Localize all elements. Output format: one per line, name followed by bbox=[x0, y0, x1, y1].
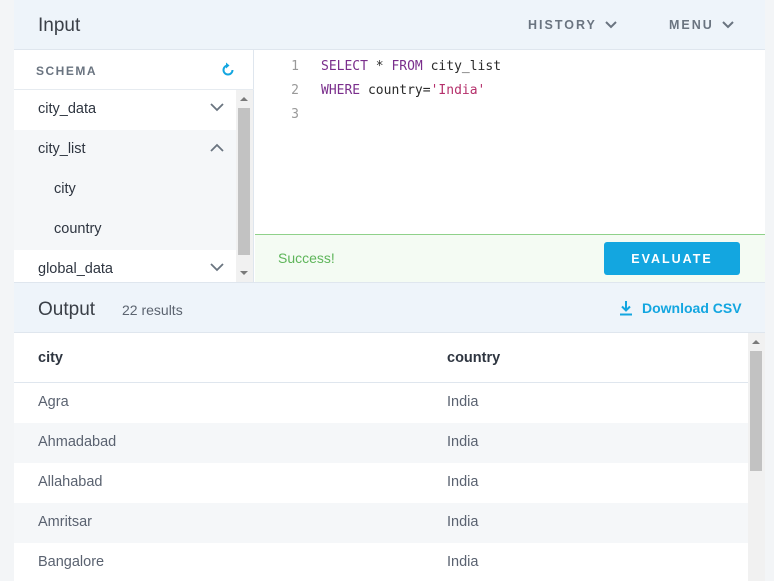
table-header-row: city country bbox=[14, 333, 748, 383]
sql-editor[interactable]: 1 SELECT * FROM city_list 2 WHERE countr… bbox=[255, 50, 765, 234]
results-scrollbar[interactable] bbox=[748, 333, 765, 581]
results-table: city country Agra India Ahmadabad India … bbox=[14, 333, 748, 581]
status-message: Success! bbox=[278, 250, 335, 266]
schema-item-label: city bbox=[54, 181, 76, 197]
code-line: 2 WHERE country='India' bbox=[255, 74, 765, 98]
schema-column-city[interactable]: city bbox=[14, 170, 236, 210]
schema-item-label: country bbox=[54, 221, 102, 237]
schema-table-city-list[interactable]: city_list bbox=[14, 130, 236, 170]
menu-label: MENU bbox=[669, 18, 714, 32]
output-header: Output 22 results Download CSV bbox=[14, 282, 765, 333]
schema-pane: SCHEMA city_data city_list city country bbox=[14, 50, 254, 282]
schema-table-global-data[interactable]: global_data bbox=[14, 250, 236, 282]
history-dropdown[interactable]: HISTORY bbox=[528, 18, 617, 32]
table-cell: Ahmadabad bbox=[38, 434, 117, 450]
chevron-down-icon bbox=[605, 21, 617, 29]
input-header: Input HISTORY MENU bbox=[14, 0, 765, 50]
code-text: SELECT * FROM city_list bbox=[321, 59, 502, 74]
scroll-up-arrow-icon[interactable] bbox=[752, 340, 760, 344]
input-title: Input bbox=[38, 15, 81, 36]
schema-title: SCHEMA bbox=[36, 64, 98, 78]
scroll-up-arrow-icon[interactable] bbox=[240, 97, 248, 101]
schema-item-label: city_list bbox=[38, 141, 86, 157]
table-row: Ahmadabad India bbox=[14, 423, 748, 463]
table-cell: India bbox=[447, 554, 479, 570]
schema-scrollbar[interactable] bbox=[236, 90, 253, 282]
code-text: WHERE country='India' bbox=[321, 83, 486, 98]
chevron-down-icon bbox=[210, 263, 224, 272]
schema-item-label: city_data bbox=[38, 101, 97, 117]
schema-column-country[interactable]: country bbox=[14, 210, 236, 250]
line-number: 3 bbox=[291, 107, 299, 122]
chevron-down-icon bbox=[210, 103, 224, 112]
sql-workspace: Input HISTORY MENU SCHEMA city_data city… bbox=[14, 0, 765, 581]
evaluate-button[interactable]: EVALUATE bbox=[604, 242, 740, 275]
table-cell: India bbox=[447, 514, 479, 530]
line-number: 2 bbox=[291, 83, 299, 98]
status-bar: Success! EVALUATE bbox=[255, 234, 765, 282]
output-title: Output bbox=[38, 299, 96, 320]
schema-table-city-data[interactable]: city_data bbox=[14, 90, 236, 130]
table-cell: Allahabad bbox=[38, 474, 103, 490]
table-row: Agra India bbox=[14, 383, 748, 423]
chevron-up-icon bbox=[210, 143, 224, 152]
download-csv-link[interactable]: Download CSV bbox=[619, 300, 742, 316]
scrollbar-thumb[interactable] bbox=[238, 108, 250, 255]
column-header-city[interactable]: city bbox=[38, 350, 63, 366]
download-label: Download CSV bbox=[642, 300, 742, 316]
table-cell: Agra bbox=[38, 394, 69, 410]
table-cell: India bbox=[447, 394, 479, 410]
chevron-down-icon bbox=[722, 21, 734, 29]
table-cell: India bbox=[447, 474, 479, 490]
refresh-icon[interactable] bbox=[219, 61, 237, 79]
scrollbar-thumb[interactable] bbox=[750, 351, 762, 471]
table-row: Amritsar India bbox=[14, 503, 748, 543]
table-row: Bangalore India bbox=[14, 543, 748, 581]
menu-dropdown[interactable]: MENU bbox=[669, 18, 734, 32]
result-count: 22 results bbox=[122, 302, 183, 318]
table-cell: Amritsar bbox=[38, 514, 92, 530]
table-cell: India bbox=[447, 434, 479, 450]
schema-header: SCHEMA bbox=[14, 50, 254, 90]
schema-tree: city_data city_list city country global_… bbox=[14, 90, 236, 282]
scroll-down-arrow-icon[interactable] bbox=[240, 271, 248, 275]
code-line: 3 bbox=[255, 98, 765, 122]
schema-item-label: global_data bbox=[38, 261, 113, 277]
column-header-country[interactable]: country bbox=[447, 350, 500, 366]
history-label: HISTORY bbox=[528, 18, 597, 32]
download-icon bbox=[620, 301, 632, 316]
table-cell: Bangalore bbox=[38, 554, 105, 570]
table-row: Allahabad India bbox=[14, 463, 748, 503]
line-number: 1 bbox=[291, 59, 299, 74]
code-line: 1 SELECT * FROM city_list bbox=[255, 50, 765, 74]
